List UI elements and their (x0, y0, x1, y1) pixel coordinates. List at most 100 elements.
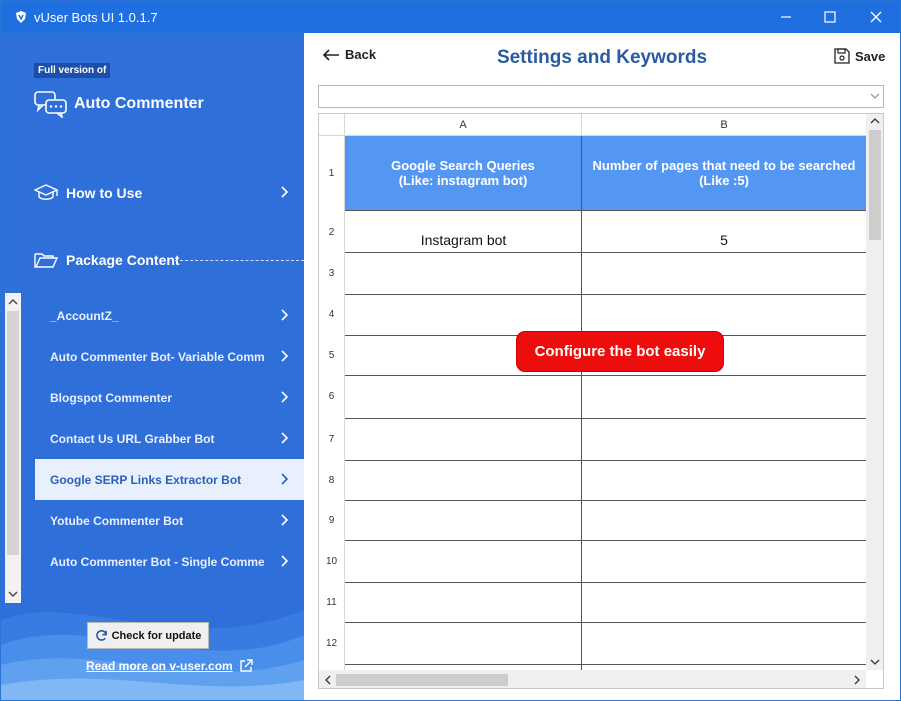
row-divider (345, 622, 866, 623)
maximize-icon (824, 11, 836, 23)
list-item[interactable]: Auto Commenter Bot- Variable Comment Ver… (35, 336, 304, 377)
save-button[interactable]: Save (834, 48, 885, 64)
chevron-right-icon (281, 432, 288, 444)
column-header-b[interactable]: B (582, 114, 866, 136)
list-item[interactable]: _AccountZ_ (35, 295, 304, 336)
full-version-badge: Full version of (34, 63, 111, 78)
cell-b2[interactable]: 5 (582, 232, 866, 248)
row-header[interactable]: 1 (319, 136, 345, 210)
chevron-right-icon (281, 309, 288, 321)
row-header[interactable]: 3 (319, 252, 345, 294)
package-label: Contact Us URL Grabber Bot (50, 431, 215, 446)
product-name: Auto Commenter (74, 95, 204, 112)
row-header[interactable]: 11 (319, 582, 345, 622)
row-divider (345, 664, 866, 665)
main-panel: Back Settings and Keywords Save A B Goog… (304, 33, 900, 700)
sidebar-scrollbar[interactable] (5, 293, 21, 603)
package-label: Auto Commenter Bot- Variable Comment Ver… (50, 349, 264, 364)
close-button[interactable] (853, 1, 899, 33)
close-icon (870, 11, 882, 23)
scroll-thumb[interactable] (336, 674, 508, 686)
chevron-down-icon (870, 93, 880, 99)
scroll-up-icon (870, 118, 880, 124)
row-header[interactable]: 10 (319, 540, 345, 582)
header-cell-queries[interactable]: Google Search Queries (Like: instagram b… (345, 136, 582, 210)
package-list: _AccountZ_ Auto Commenter Bot- Variable … (35, 295, 304, 582)
list-item[interactable]: Blogspot Commenter (35, 377, 304, 418)
column-divider (581, 210, 582, 688)
row-header[interactable]: 5 (319, 335, 345, 375)
save-icon (834, 48, 850, 64)
row-divider (345, 252, 866, 253)
maximize-button[interactable] (807, 1, 853, 33)
package-label: Auto Commenter Bot - Single Comment (50, 554, 264, 569)
scroll-down-icon (8, 591, 18, 597)
package-label: Google SERP Links Extractor Bot (50, 472, 242, 487)
how-to-use-label: How to Use (66, 185, 143, 201)
chevron-right-icon (281, 391, 288, 403)
list-item-selected[interactable]: Google SERP Links Extractor Bot (35, 459, 304, 500)
chevron-right-icon (281, 473, 288, 485)
external-link-icon (240, 659, 253, 672)
check-update-button[interactable]: Check for update (87, 622, 209, 649)
cell-a2[interactable]: Instagram bot (345, 232, 582, 248)
folder-open-icon (34, 253, 58, 268)
row-header[interactable]: 9 (319, 500, 345, 540)
check-update-label: Check for update (111, 629, 202, 642)
scroll-right-icon (854, 675, 860, 685)
scroll-down-icon (870, 659, 880, 665)
scroll-thumb[interactable] (869, 130, 881, 240)
chat-bubbles-icon (34, 91, 67, 118)
how-to-use-item[interactable]: How to Use (34, 178, 292, 208)
list-item[interactable]: Yotube Commenter Bot (35, 500, 304, 541)
minimize-icon (781, 16, 791, 18)
package-content-label: Package Content (66, 252, 180, 268)
read-more-label: Read more on v-user.com (86, 659, 233, 673)
row-divider (345, 460, 866, 461)
header-cell-pages[interactable]: Number of pages that need to be searched… (582, 136, 866, 210)
row-divider (345, 210, 866, 211)
app-window: vUser Bots UI 1.0.1.7 Full version of Au… (0, 0, 901, 701)
header-a-line2: (Like: instagram bot) (398, 173, 528, 188)
chevron-right-icon (281, 514, 288, 526)
row-divider (345, 375, 866, 376)
spreadsheet-grid[interactable]: A B Google Search Queries (Like: instagr… (318, 113, 884, 689)
read-more-link[interactable]: Read more on v-user.com (86, 659, 253, 673)
sheet-selector-dropdown[interactable] (318, 85, 884, 108)
package-label: _AccountZ_ (50, 308, 119, 323)
list-item[interactable]: Auto Commenter Bot - Single Comment (35, 541, 304, 582)
grid-horizontal-scrollbar[interactable] (319, 670, 866, 688)
list-item[interactable]: Contact Us URL Grabber Bot (35, 418, 304, 459)
row-divider (345, 540, 866, 541)
title-bar[interactable]: vUser Bots UI 1.0.1.7 (1, 1, 900, 33)
chevron-right-icon (281, 186, 288, 198)
divider (175, 260, 304, 261)
chevron-right-icon (281, 555, 288, 567)
package-label: Yotube Commenter Bot (50, 513, 184, 528)
row-divider (345, 582, 866, 583)
header-a-line1: Google Search Queries (391, 158, 535, 173)
sidebar: Full version of Auto Commenter How to Us… (1, 33, 304, 700)
grid-vertical-scrollbar[interactable] (866, 114, 883, 670)
refresh-icon (95, 630, 107, 641)
row-header[interactable]: 7 (319, 418, 345, 460)
app-logo-icon (16, 11, 26, 23)
scroll-thumb[interactable] (7, 311, 19, 555)
graduation-cap-icon (34, 184, 58, 200)
package-label: Blogspot Commenter (50, 390, 173, 405)
column-header-a[interactable]: A (345, 114, 582, 136)
chevron-right-icon (281, 350, 288, 362)
row-divider (345, 294, 866, 295)
minimize-button[interactable] (763, 1, 809, 33)
page-title: Settings and Keywords (496, 47, 708, 68)
product-header: Auto Commenter (34, 89, 204, 119)
row-header[interactable]: 12 (319, 622, 345, 664)
row-header[interactable]: 6 (319, 375, 345, 418)
window-title: vUser Bots UI 1.0.1.7 (34, 10, 158, 25)
row-divider (345, 418, 866, 419)
row-header[interactable]: 8 (319, 460, 345, 500)
header-b-line2: (Like :5) (699, 173, 749, 188)
save-label: Save (855, 48, 886, 64)
row-header[interactable]: 4 (319, 294, 345, 335)
scroll-up-icon (8, 299, 18, 305)
